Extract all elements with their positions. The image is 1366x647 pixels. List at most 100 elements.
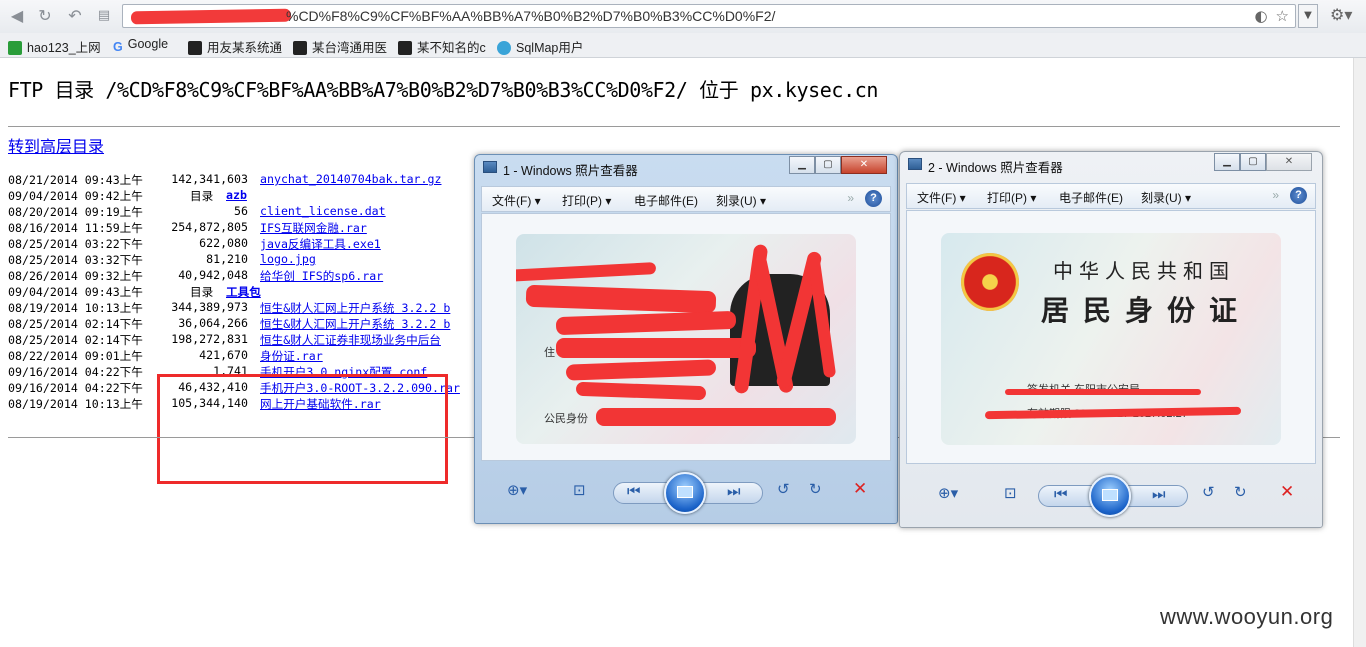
menu-file[interactable]: 文件(F) ▾ [492,192,541,209]
rotate-right-icon[interactable]: ↻ [809,480,822,498]
file-size: 56 [234,204,248,218]
file-link[interactable]: 恒生&财人汇网上开户系统 3.2.2 b [260,300,450,316]
address-text: %CD%F8%C9%CF%BF%AA%BB%A7%B0%B2%D7%B0%B3%… [286,8,776,24]
reload-icon[interactable]: ↻ [34,5,56,27]
file-link[interactable]: 身份证.rar [260,348,323,364]
file-date: 08/25/2014 03:32下午 [8,253,143,267]
zoom-icon[interactable]: ⊕▾ [507,481,527,499]
chevron-right-icon[interactable]: » [847,191,854,205]
card-title-idcard: 居民身份证 [1041,294,1252,327]
file-link[interactable]: 给华创 IFS的sp6.rar [260,268,383,284]
photo-viewer-window-2[interactable]: 2 - Windows 照片查看器 ▁ ▢ ✕ 文件(F) ▾ 打印(P) ▾ … [899,151,1323,528]
next-icon[interactable]: ⏭ [727,482,741,500]
bookmark-sqlmap[interactable]: SqlMap用户 [497,37,583,56]
actual-size-icon[interactable]: ⊡ [1004,484,1017,502]
card-id-label: 公民身份 [544,413,588,425]
maximize-button[interactable]: ▢ [815,156,841,174]
address-bar[interactable]: %CD%F8%C9%CF%BF%AA%BB%A7%B0%B2%D7%B0%B3%… [122,4,1296,28]
bookmark-page-icon [293,41,307,55]
hao123-icon [8,41,22,55]
page-title: FTP 目录 /%CD%F8%C9%CF%BF%AA%BB%A7%B0%B2%D… [8,78,878,102]
file-date: 09/16/2014 04:22下午 [8,381,143,395]
viewer-controls: ⊕▾ ⊡ ⏮ ⏭ ↺ ↻ ✕ [906,475,1316,517]
delete-icon[interactable]: ✕ [853,479,867,499]
national-emblem [961,253,1019,311]
file-date: 08/25/2014 02:14下午 [8,333,143,347]
image-view-area[interactable]: 中华人民共和国 居民身份证 签发机关 东阳市公安局 有效期限 2007.02.2… [906,210,1316,464]
file-link[interactable]: java反编译工具.exe1 [260,236,381,252]
star-icon[interactable]: ☆ [1276,7,1289,25]
previous-icon[interactable]: ⏮ [627,482,641,500]
file-link[interactable]: 恒生&财人汇网上开户系统 3.2.2 b [260,316,450,332]
directory-link[interactable]: 工具包 [226,284,261,300]
back-icon[interactable]: ◀ [6,5,28,27]
close-button[interactable]: ✕ [841,156,887,174]
viewer-menubar: 文件(F) ▾ 打印(P) ▾ 电子邮件(E) 刻录(U) ▾ » ? [481,186,891,212]
minimize-button[interactable]: ▁ [789,156,815,174]
menu-print[interactable]: 打印(P) ▾ [987,189,1036,206]
chevron-right-icon[interactable]: » [1272,188,1279,202]
rotate-left-icon[interactable]: ↺ [777,480,790,498]
image-view-area[interactable]: 姓 名 住 公民身份 [481,213,891,461]
undo-icon[interactable]: ↶ [64,5,86,27]
file-date: 09/04/2014 09:42上午 [8,189,143,203]
photo-viewer-icon [908,158,922,170]
redaction-mark [596,408,836,426]
google-icon: G [113,40,123,54]
directory-label: 目录 [190,189,214,203]
parent-directory-link[interactable]: 转到高层目录 [8,133,104,157]
file-link[interactable]: 恒生&财人汇证券非现场业务中后台 [260,332,441,348]
file-link[interactable]: IFS互联网金融.rar [260,220,367,236]
bookmark-hao123[interactable]: hao123_上网 [8,37,101,56]
file-size: 622,080 [199,236,248,250]
address-dropdown-button[interactable]: ▼ [1298,4,1318,28]
file-date: 08/20/2014 09:19上午 [8,205,143,219]
compat-icon[interactable]: ◐ [1254,7,1267,25]
menu-print[interactable]: 打印(P) ▾ [562,192,611,209]
file-date: 08/16/2014 11:59上午 [8,221,143,235]
menu-email[interactable]: 电子邮件(E) [634,192,698,209]
maximize-button[interactable]: ▢ [1240,153,1266,171]
bookmark-google[interactable]: G Google [113,37,168,54]
bookmark-unknown[interactable]: 某不知名的c [398,37,486,56]
delete-icon[interactable]: ✕ [1280,482,1294,502]
slideshow-button[interactable] [1089,475,1131,517]
directory-link[interactable]: azb [226,188,247,202]
next-icon[interactable]: ⏭ [1152,485,1166,503]
file-date: 08/19/2014 10:13上午 [8,397,143,411]
bookmark-yonyou[interactable]: 用友某系统通 [188,37,282,56]
menu-file[interactable]: 文件(F) ▾ [917,189,966,206]
help-icon[interactable]: ? [865,190,882,207]
redaction-mark [575,381,707,401]
page-scrollbar[interactable] [1353,58,1366,647]
slideshow-button[interactable] [664,472,706,514]
minimize-button[interactable]: ▁ [1214,153,1240,171]
bookmark-page-icon [398,41,412,55]
actual-size-icon[interactable]: ⊡ [573,481,586,499]
rotate-left-icon[interactable]: ↺ [1202,483,1215,501]
photo-viewer-window-1[interactable]: 1 - Windows 照片查看器 ▁ ▢ ✕ 文件(F) ▾ 打印(P) ▾ … [474,154,898,524]
menu-email[interactable]: 电子邮件(E) [1059,189,1123,206]
page-icon[interactable]: ▤ [93,5,115,27]
help-icon[interactable]: ? [1290,187,1307,204]
id-card-photo-back: 中华人民共和国 居民身份证 签发机关 东阳市公安局 有效期限 2007.02.2… [941,233,1281,445]
redaction-mark [556,338,756,358]
file-date: 08/25/2014 02:14下午 [8,317,143,331]
file-link[interactable]: logo.jpg [260,252,316,266]
close-button[interactable]: ✕ [1266,153,1312,171]
menu-burn[interactable]: 刻录(U) ▾ [716,192,766,209]
directory-label: 目录 [190,285,214,299]
zoom-icon[interactable]: ⊕▾ [938,484,958,502]
previous-icon[interactable]: ⏮ [1054,485,1068,503]
card-title-country: 中华人民共和国 [1053,259,1235,283]
tools-wrench-icon[interactable]: ⚙▾ [1330,5,1352,24]
bookmark-taiwan[interactable]: 某台湾通用医 [293,37,387,56]
file-link[interactable]: anychat_20140704bak.tar.gz [260,172,441,186]
menu-burn[interactable]: 刻录(U) ▾ [1141,189,1191,206]
rotate-right-icon[interactable]: ↻ [1234,483,1247,501]
file-size: 40,942,048 [178,268,248,282]
viewer-menubar: 文件(F) ▾ 打印(P) ▾ 电子邮件(E) 刻录(U) ▾ » ? [906,183,1316,209]
redaction-mark [516,262,657,282]
bookmarks-bar: hao123_上网 G Google 用友某系统通 某台湾通用医 某不知名的c S… [0,33,1366,58]
file-link[interactable]: client_license.dat [260,204,386,218]
